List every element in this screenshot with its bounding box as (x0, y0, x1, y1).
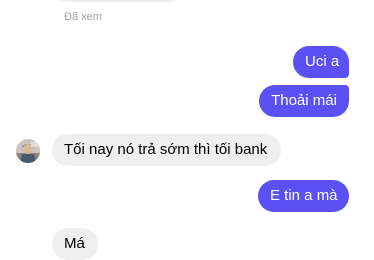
contact-avatar[interactable] (16, 139, 40, 163)
message-bubble-incoming[interactable]: Tối nay nó trả sớm thì tối bank (52, 134, 281, 166)
message-bubble-outgoing[interactable]: Uci a (293, 46, 349, 78)
message-bubble-outgoing[interactable]: Thoải mái (259, 85, 349, 117)
message-bubble-incoming[interactable]: Má (52, 228, 98, 260)
message-bubble-outgoing[interactable]: E tin a mà (258, 180, 349, 212)
avatar-image (16, 139, 40, 163)
seen-status: Đã xem (64, 11, 102, 23)
previous-message-bubble (52, 0, 184, 2)
